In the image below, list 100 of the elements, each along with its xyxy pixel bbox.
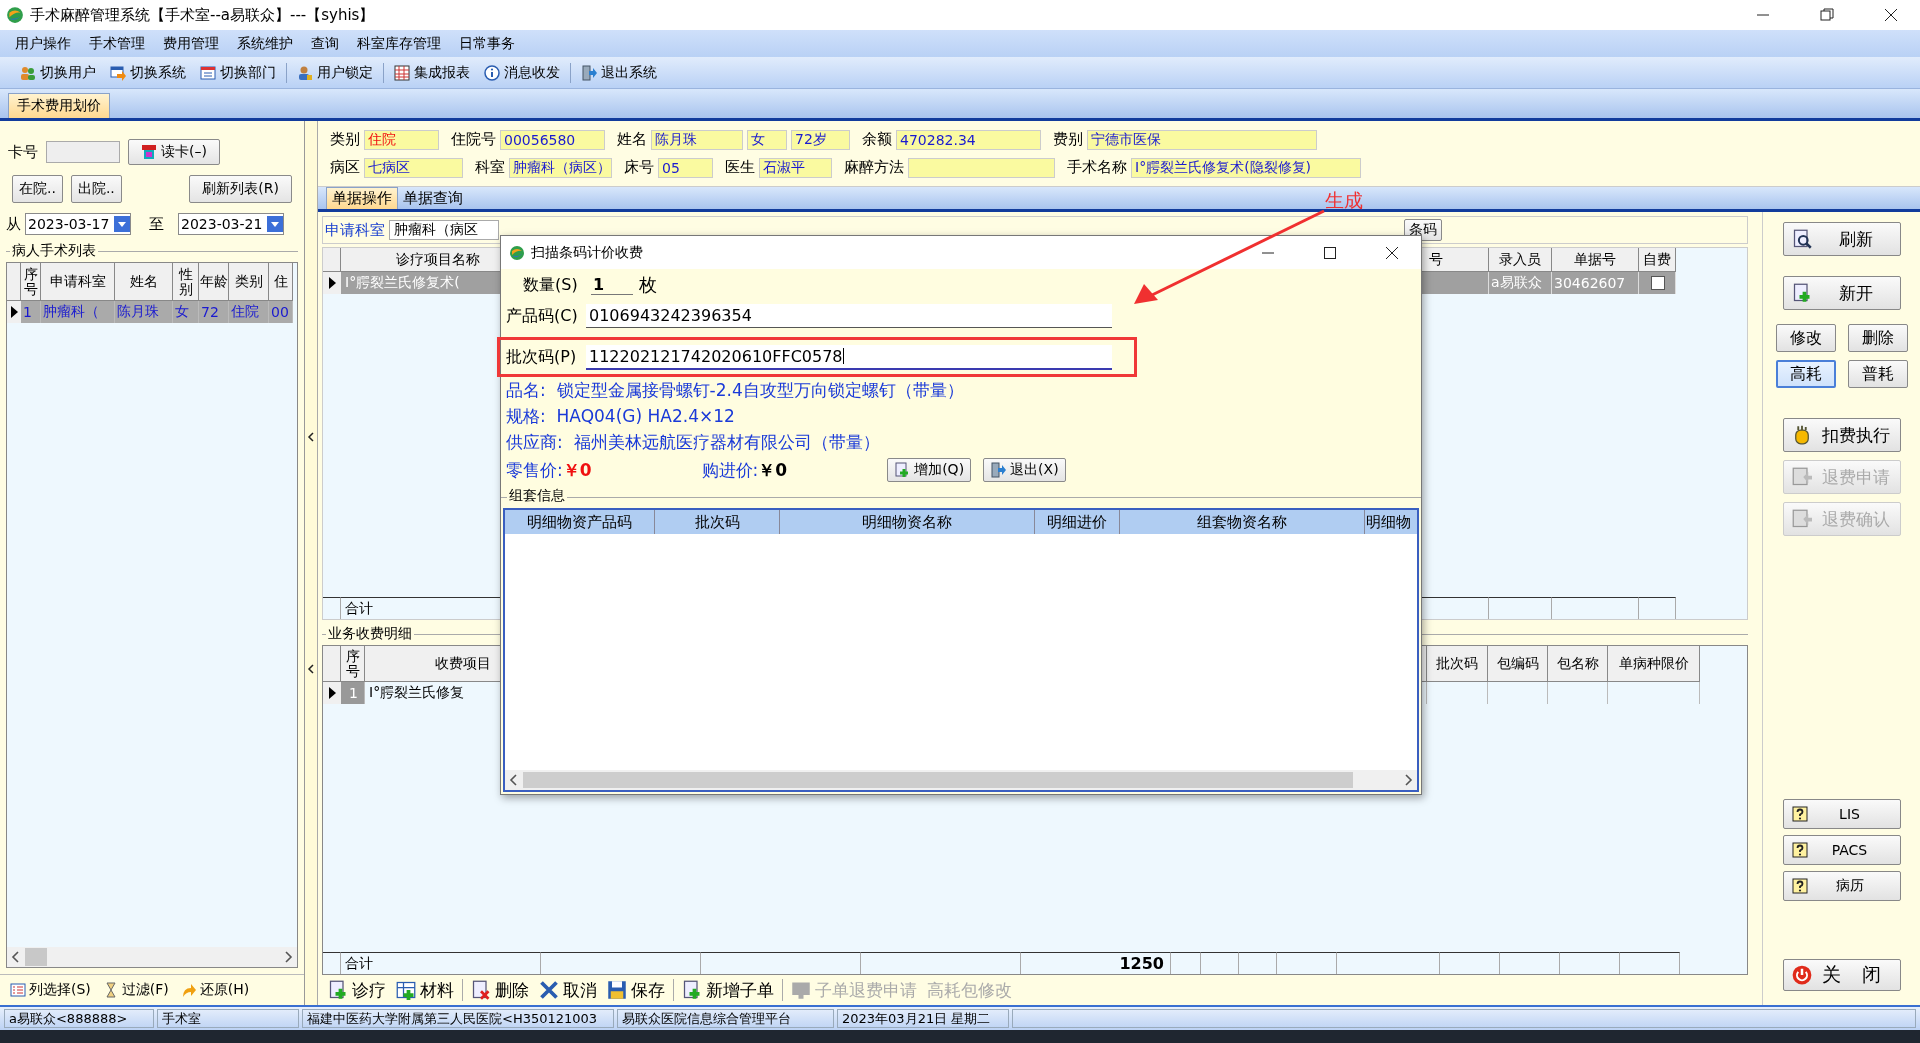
scroll-thumb[interactable] xyxy=(523,772,1353,788)
table-cell xyxy=(1171,952,1201,974)
collapse-icon[interactable] xyxy=(307,432,315,442)
menu-item[interactable]: 手术管理 xyxy=(80,34,154,53)
collapse-icon[interactable] xyxy=(307,664,315,674)
action-button[interactable]: 普耗 xyxy=(1847,360,1908,388)
column-header[interactable]: 包编码 xyxy=(1488,646,1548,682)
column-header[interactable]: 批次码 xyxy=(1427,646,1488,682)
column-header[interactable]: 申请科室 xyxy=(41,263,115,301)
column-header[interactable]: 自费 xyxy=(1639,248,1676,272)
toolbar-button[interactable]: 材料 xyxy=(394,976,456,1004)
field-value: 00056580 xyxy=(500,129,605,150)
menu-item[interactable]: 系统维护 xyxy=(228,34,302,53)
toolbar-button[interactable]: 用户锁定 xyxy=(291,61,379,84)
action-button[interactable]: 扣费执行 xyxy=(1782,418,1901,452)
action-button[interactable]: 高耗 xyxy=(1775,360,1836,388)
action-button[interactable]: LIS xyxy=(1782,799,1901,829)
column-header[interactable]: 录入员 xyxy=(1489,248,1552,272)
column-header[interactable]: 年龄 xyxy=(199,263,229,301)
footer-button[interactable]: 还原(H) xyxy=(178,979,252,1001)
toolbar-button[interactable]: 保存 xyxy=(605,976,667,1004)
table-cell xyxy=(1201,952,1239,974)
toolbar-button[interactable]: 删除 xyxy=(469,976,531,1004)
column-header[interactable]: 明细进价 xyxy=(1035,510,1120,534)
column-header[interactable]: 包名称 xyxy=(1548,646,1608,682)
card-field[interactable] xyxy=(46,141,120,163)
toolbar-button[interactable]: 新增子单 xyxy=(680,976,776,1004)
column-header[interactable]: 姓名 xyxy=(115,263,173,301)
column-header[interactable]: 批次码 xyxy=(655,510,780,534)
monitor-icon xyxy=(791,980,811,1000)
column-header[interactable]: 明细物资产品码 xyxy=(505,510,655,534)
action-button[interactable]: PACS xyxy=(1782,835,1901,865)
footer-button[interactable]: 列选择(S) xyxy=(8,979,93,1001)
column-header[interactable]: 类别 xyxy=(229,263,269,301)
table-cell: 住院 xyxy=(229,301,269,323)
menu-item[interactable]: 科室库存管理 xyxy=(348,34,450,53)
toolbar-button[interactable]: 退出系统 xyxy=(575,61,663,84)
request-dept-field[interactable]: 肿瘤科（病区 xyxy=(389,220,499,240)
checkbox[interactable] xyxy=(1651,276,1665,290)
tab[interactable]: 单据操作 xyxy=(326,187,398,209)
product-code-field[interactable]: 0106943242396354 xyxy=(586,304,1112,328)
scroll-thumb[interactable] xyxy=(25,948,47,966)
column-header[interactable]: 序号 xyxy=(341,646,365,682)
column-header[interactable]: 序号 xyxy=(21,263,41,301)
restore-icon[interactable] xyxy=(1820,8,1834,22)
column-header[interactable]: 单病种限价 xyxy=(1608,646,1700,682)
product-info-line: 供应商: 福州美林远航医疗器材有限公司（带量） xyxy=(505,430,880,454)
tab[interactable]: 单据查询 xyxy=(398,188,468,209)
action-button[interactable]: 删除 xyxy=(1847,324,1908,352)
toolbar-button[interactable]: 集成报表 xyxy=(388,61,476,84)
field-value: 石淑平 xyxy=(759,157,832,178)
refresh-list-button[interactable]: 刷新列表(R) xyxy=(189,175,292,203)
close-icon[interactable] xyxy=(1884,8,1898,22)
action-button[interactable]: 病历 xyxy=(1782,871,1901,901)
read-card-button[interactable]: 读卡(–) xyxy=(128,139,220,165)
total-value: 1250 xyxy=(1021,952,1171,974)
action-button[interactable]: 关 闭 xyxy=(1782,959,1901,991)
menu-item[interactable]: 日常事务 xyxy=(450,34,524,53)
module-tab[interactable]: 手术费用划价 xyxy=(8,93,110,118)
status-cell: 福建中医药大学附属第三人民医院<H350121003 xyxy=(302,1009,614,1028)
column-header[interactable]: 性别 xyxy=(173,263,199,301)
column-header[interactable]: 明细物 xyxy=(1365,510,1411,534)
filter-button[interactable]: 在院.. xyxy=(12,175,63,203)
menu-item[interactable]: 查询 xyxy=(302,34,348,53)
quantity-field[interactable]: 1 xyxy=(591,275,633,295)
field-value: 470282.34 xyxy=(896,129,1041,150)
status-cell: 2023年03月21日 星期二 xyxy=(837,1009,1009,1028)
menu-item[interactable]: 费用管理 xyxy=(154,34,228,53)
doc-delete-icon xyxy=(471,980,491,1000)
column-header[interactable]: 号 xyxy=(1421,248,1489,272)
exit-button[interactable]: 退出(X) xyxy=(983,458,1066,482)
toolbar-button[interactable]: 切换部门 xyxy=(194,61,282,84)
retail-price: ￥0 xyxy=(562,458,592,482)
toolbar-button[interactable]: 切换系统 xyxy=(104,61,192,84)
column-header[interactable]: 单据号 xyxy=(1552,248,1639,272)
toolbar-button[interactable]: 取消 xyxy=(537,976,599,1004)
window-arrow-icon xyxy=(110,64,126,81)
action-button[interactable]: 新开 xyxy=(1782,276,1901,310)
table-row[interactable]: 1 肿瘤科（ 陈月珠 女 72 住院 00 xyxy=(7,301,297,323)
add-button[interactable]: 增加(Q) xyxy=(887,458,972,482)
date-picker[interactable]: 2023-03-21 xyxy=(178,213,284,235)
table-cell xyxy=(323,597,341,619)
maximize-icon[interactable] xyxy=(1323,245,1337,260)
horizontal-scrollbar[interactable] xyxy=(7,947,297,967)
date-picker[interactable]: 2023-03-17 xyxy=(25,213,131,235)
horizontal-scrollbar[interactable] xyxy=(505,770,1417,790)
toolbar-button[interactable]: 消息收发 xyxy=(478,61,566,84)
column-header[interactable]: 组套物资名称 xyxy=(1120,510,1365,534)
action-button[interactable]: 修改 xyxy=(1775,324,1836,352)
column-header[interactable]: 住 xyxy=(269,263,293,301)
footer-button[interactable]: 过滤(F) xyxy=(100,979,171,1001)
filter-button[interactable]: 出院.. xyxy=(70,175,122,203)
toolbar-button[interactable]: 诊疗 xyxy=(326,976,388,1004)
field-value: 住院 xyxy=(364,129,439,150)
menu-item[interactable]: 用户操作 xyxy=(6,34,80,53)
toolbar-button[interactable]: 切换用户 xyxy=(14,61,102,84)
close-icon[interactable] xyxy=(1385,245,1399,260)
action-button[interactable]: 刷新 xyxy=(1782,222,1901,256)
column-header[interactable]: 明细物资名称 xyxy=(780,510,1035,534)
batch-code-field[interactable]: 112202121742020610FFC0578 xyxy=(586,344,1112,370)
